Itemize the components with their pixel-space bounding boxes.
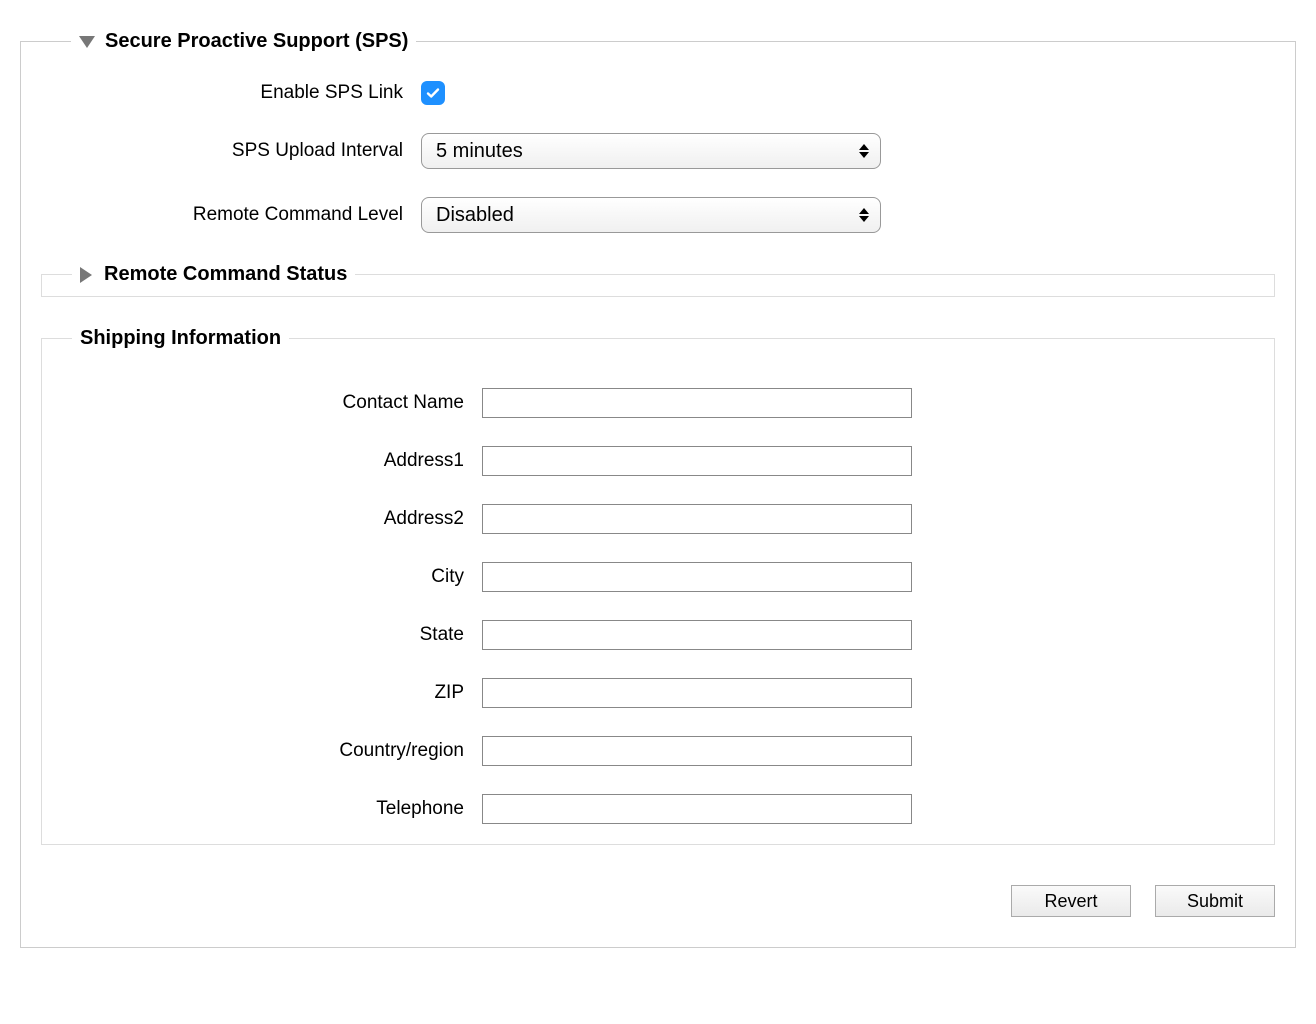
remote-command-level-select-wrap: Disabled (421, 197, 881, 233)
revert-button[interactable]: Revert (1011, 885, 1131, 917)
sps-section-header[interactable]: Secure Proactive Support (SPS) (71, 30, 416, 53)
country-input[interactable] (482, 736, 912, 766)
remote-command-level-label: Remote Command Level (41, 204, 421, 226)
city-label: City (62, 566, 482, 588)
remote-command-status-section: Remote Command Status (41, 263, 1275, 297)
state-input[interactable] (482, 620, 912, 650)
country-label: Country/region (62, 740, 482, 762)
telephone-label: Telephone (62, 798, 482, 820)
zip-input[interactable] (482, 678, 912, 708)
city-input[interactable] (482, 562, 912, 592)
shipping-section-title: Shipping Information (80, 327, 281, 350)
remote-command-level-select[interactable]: Disabled (421, 197, 881, 233)
disclosure-down-icon (79, 36, 95, 48)
country-row: Country/region (62, 736, 1254, 766)
enable-sps-checkbox[interactable] (421, 81, 445, 105)
upload-interval-select-wrap: 5 minutes (421, 133, 881, 169)
state-row: State (62, 620, 1254, 650)
enable-sps-row: Enable SPS Link (41, 81, 1275, 105)
address1-label: Address1 (62, 450, 482, 472)
address1-input[interactable] (482, 446, 912, 476)
address2-label: Address2 (62, 508, 482, 530)
address1-row: Address1 (62, 446, 1254, 476)
button-bar: Revert Submit (41, 885, 1275, 917)
upload-interval-label: SPS Upload Interval (41, 140, 421, 162)
sps-section-title: Secure Proactive Support (SPS) (105, 30, 408, 53)
shipping-section: Shipping Information Contact Name Addres… (41, 327, 1275, 845)
upload-interval-select[interactable]: 5 minutes (421, 133, 881, 169)
remote-command-status-title: Remote Command Status (104, 263, 347, 286)
check-icon (425, 85, 441, 101)
remote-command-status-header[interactable]: Remote Command Status (72, 263, 355, 286)
telephone-input[interactable] (482, 794, 912, 824)
state-label: State (62, 624, 482, 646)
telephone-row: Telephone (62, 794, 1254, 824)
contact-name-input[interactable] (482, 388, 912, 418)
remote-command-level-row: Remote Command Level Disabled (41, 197, 1275, 233)
contact-name-label: Contact Name (62, 392, 482, 414)
zip-label: ZIP (62, 682, 482, 704)
shipping-section-header: Shipping Information (72, 327, 289, 350)
enable-sps-label: Enable SPS Link (41, 82, 421, 104)
upload-interval-row: SPS Upload Interval 5 minutes (41, 133, 1275, 169)
contact-name-row: Contact Name (62, 388, 1254, 418)
zip-row: ZIP (62, 678, 1254, 708)
address2-input[interactable] (482, 504, 912, 534)
submit-button[interactable]: Submit (1155, 885, 1275, 917)
address2-row: Address2 (62, 504, 1254, 534)
city-row: City (62, 562, 1254, 592)
sps-section: Secure Proactive Support (SPS) Enable SP… (20, 30, 1296, 948)
disclosure-right-icon (80, 267, 92, 283)
